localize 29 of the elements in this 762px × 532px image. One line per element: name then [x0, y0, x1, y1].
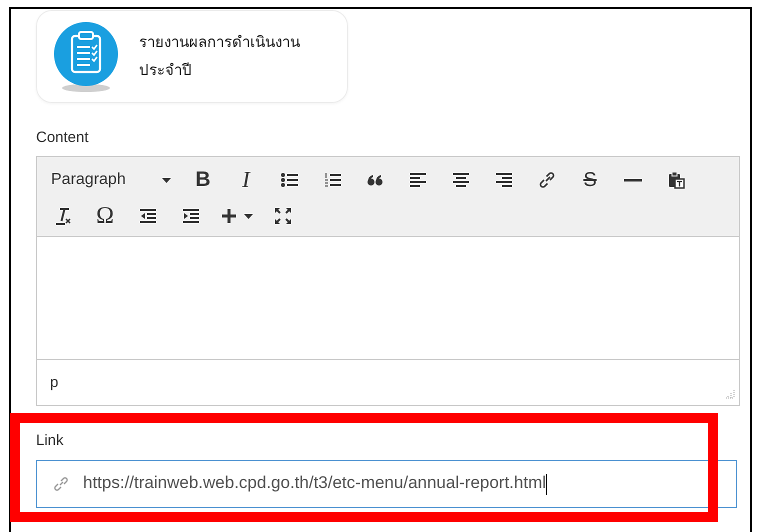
field-label: Link — [36, 432, 64, 449]
caret-icon — [244, 214, 253, 218]
indent-icon — [182, 207, 200, 225]
numbered-list-icon — [323, 171, 341, 189]
card-title: รายงานผลการดำเนินงาน ประจำปี — [139, 32, 300, 80]
element-path: p — [50, 374, 58, 391]
italic-button[interactable]: I — [229, 165, 263, 195]
align-right-icon — [495, 171, 513, 189]
align-center-icon — [452, 171, 470, 189]
strikethrough-button[interactable]: S — [573, 165, 607, 195]
clear-formatting-icon — [53, 207, 71, 225]
horizontal-line-icon — [624, 178, 642, 182]
report-card[interactable]: รายงานผลการดำเนินงาน ประจำปี — [36, 10, 348, 103]
link-icon — [53, 476, 69, 492]
resize-handle-icon[interactable] — [725, 388, 735, 398]
field-label: Content — [36, 129, 89, 146]
align-left-icon — [409, 171, 427, 189]
bold-button[interactable]: B — [186, 165, 220, 195]
link-icon — [538, 171, 556, 189]
plus-icon — [221, 207, 239, 225]
url-input-field[interactable]: https://trainweb.web.cpd.go.th/t3/etc-menu/annual-report.html — [36, 460, 737, 508]
fullscreen-icon — [274, 207, 292, 225]
special-character-button[interactable]: Ω — [88, 201, 122, 231]
caret-icon — [162, 178, 171, 182]
clipboard-icon — [51, 20, 121, 92]
paste-icon — [667, 171, 685, 189]
outdent-icon — [139, 207, 157, 225]
format-dropdown[interactable]: Paragraph — [45, 165, 177, 195]
bulleted-list-icon — [280, 171, 298, 189]
